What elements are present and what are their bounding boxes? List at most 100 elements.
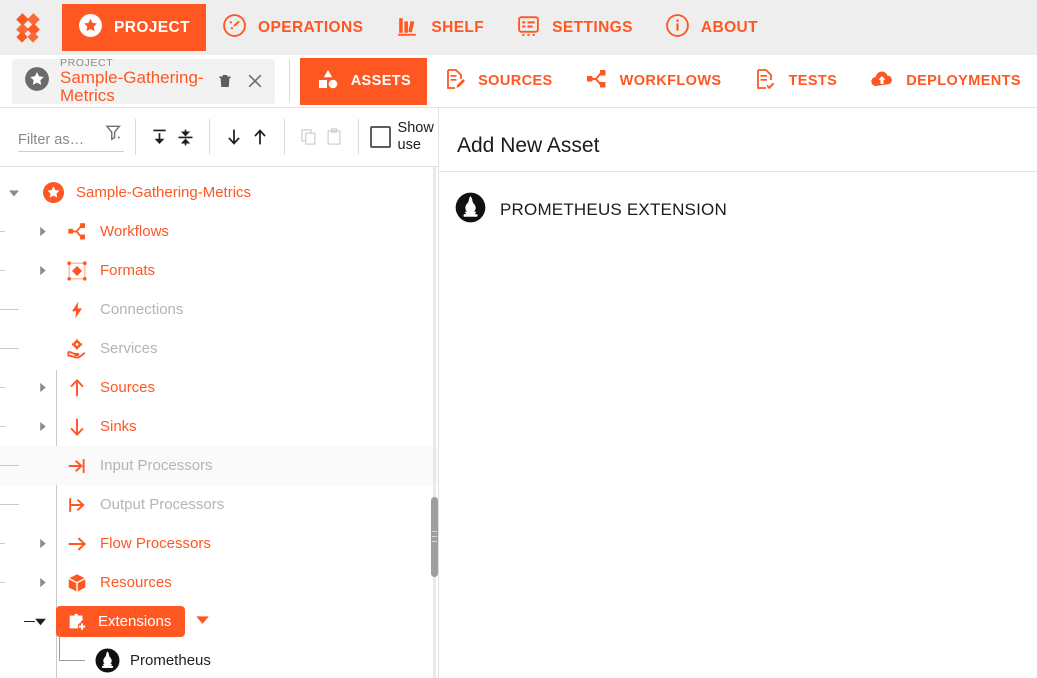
asset-tree-pane: Show use Sample-G xyxy=(0,108,439,678)
tree-node-extensions[interactable]: Extensions xyxy=(0,602,438,641)
cube-icon xyxy=(64,570,90,596)
toolbar-divider xyxy=(358,119,359,155)
tree-label-output-processors: Output Processors xyxy=(100,496,224,513)
puzzle-plus-icon xyxy=(64,609,90,635)
tab-sources[interactable]: SOURCES xyxy=(427,58,569,105)
arrow-up-icon xyxy=(64,375,90,401)
add-new-asset-pane: Add New Asset PROMETHEUS EXTENSION xyxy=(439,108,1037,678)
tree-label-formats: Formats xyxy=(100,262,155,279)
tree-label-extensions: Extensions xyxy=(98,613,171,630)
chevron-right-icon[interactable] xyxy=(34,419,50,435)
tree-guide-line xyxy=(0,309,19,310)
diamond-grid-logo-icon[interactable] xyxy=(0,13,62,43)
tree-scrollbar-track[interactable] xyxy=(433,167,436,678)
collapse-all-icon[interactable] xyxy=(173,122,199,152)
tree-node-root[interactable]: Sample-Gathering-Metrics xyxy=(0,173,438,212)
project-chip-texts: PROJECT Sample-Gathering-Metrics xyxy=(60,58,206,105)
chevron-right-icon[interactable] xyxy=(34,224,50,240)
tree-label-root: Sample-Gathering-Metrics xyxy=(76,184,251,201)
tree-node-formats[interactable]: Formats xyxy=(0,251,438,290)
toolbar-divider xyxy=(284,119,285,155)
tree-node-sinks[interactable]: Sinks xyxy=(0,407,438,446)
tree-scrollbar-thumb[interactable] xyxy=(431,497,438,577)
project-chip-name: Sample-Gathering-Metrics xyxy=(60,69,206,105)
application-window: PROJECT OPERATIONS xyxy=(0,0,1037,678)
tree-spacer xyxy=(34,497,50,513)
arrow-right-icon xyxy=(64,531,90,557)
tree-node-prometheus[interactable]: Prometheus xyxy=(0,641,438,678)
search-input[interactable] xyxy=(18,132,98,148)
format-diamond-icon xyxy=(64,258,90,284)
arrow-to-bar-icon xyxy=(64,453,90,479)
tree-label-resources: Resources xyxy=(100,574,172,591)
prometheus-icon xyxy=(455,192,486,228)
bar-to-arrow-icon xyxy=(64,492,90,518)
tree-label-services: Services xyxy=(100,340,158,357)
arrow-down-icon[interactable] xyxy=(221,122,247,152)
star-circle-icon xyxy=(78,13,103,43)
tabbar-divider xyxy=(289,59,290,103)
asset-option-prometheus-extension[interactable]: PROMETHEUS EXTENSION xyxy=(439,172,1037,228)
toolbar-divider xyxy=(135,119,136,155)
topnav-item-about[interactable]: ABOUT xyxy=(649,4,774,51)
chevron-right-icon[interactable] xyxy=(34,536,50,552)
chevron-right-icon[interactable] xyxy=(34,263,50,279)
project-chip[interactable]: PROJECT Sample-Gathering-Metrics xyxy=(12,59,275,104)
tree-node-output-processors[interactable]: Output Processors xyxy=(0,485,438,524)
tree-guide-line xyxy=(0,231,5,232)
top-navigation-bar: PROJECT OPERATIONS xyxy=(0,0,1037,55)
filter-field[interactable] xyxy=(18,123,124,152)
tab-label-sources: SOURCES xyxy=(478,73,553,89)
arrow-up-icon[interactable] xyxy=(247,122,273,152)
chevron-right-icon[interactable] xyxy=(34,575,50,591)
arrow-down-icon xyxy=(64,414,90,440)
star-circle-icon xyxy=(40,180,66,206)
gauge-icon xyxy=(222,13,247,43)
show-use-checkbox[interactable] xyxy=(370,126,391,148)
tree-node-connections[interactable]: Connections xyxy=(0,290,438,329)
topnav-item-shelf[interactable]: SHELF xyxy=(379,4,500,51)
shapes-icon xyxy=(316,67,340,95)
tree-node-flow-processors[interactable]: Flow Processors xyxy=(0,524,438,563)
topnav-label-shelf: SHELF xyxy=(431,19,484,37)
tab-assets[interactable]: ASSETS xyxy=(300,58,427,105)
tree-node-workflows[interactable]: Workflows xyxy=(0,212,438,251)
tree-node-input-processors[interactable]: Input Processors xyxy=(0,446,438,485)
tree-node-sources[interactable]: Sources xyxy=(0,368,438,407)
trash-icon[interactable] xyxy=(216,68,235,94)
service-hand-icon xyxy=(64,336,90,362)
tab-workflows[interactable]: WORKFLOWS xyxy=(569,58,738,105)
asset-option-label: PROMETHEUS EXTENSION xyxy=(500,200,727,220)
tree-node-resources[interactable]: Resources xyxy=(0,563,438,602)
copy-icon xyxy=(296,122,322,152)
tree-node-extensions-pill[interactable]: Extensions xyxy=(56,606,185,637)
funnel-dropdown-icon[interactable] xyxy=(104,123,124,148)
books-icon xyxy=(395,13,420,43)
tree-label-flow-processors: Flow Processors xyxy=(100,535,211,552)
star-circle-icon xyxy=(24,66,50,97)
show-use-label[interactable]: Show use xyxy=(398,120,438,154)
asset-tree: Sample-Gathering-Metrics xyxy=(0,167,438,678)
topnav-label-settings: SETTINGS xyxy=(552,19,633,37)
expand-all-icon[interactable] xyxy=(147,122,173,152)
topnav-item-project[interactable]: PROJECT xyxy=(62,4,206,51)
toolbar-divider xyxy=(209,119,210,155)
topnav-item-operations[interactable]: OPERATIONS xyxy=(206,4,379,51)
info-circle-icon xyxy=(665,13,690,43)
project-tab-bar: PROJECT Sample-Gathering-Metrics xyxy=(0,55,1037,108)
tree-label-workflows: Workflows xyxy=(100,223,169,240)
tab-deployments[interactable]: DEPLOYMENTS xyxy=(853,58,1037,105)
document-pen-icon xyxy=(443,67,467,95)
tree-guide-line xyxy=(0,465,19,466)
chevron-down-icon[interactable] xyxy=(6,185,22,201)
tree-node-services[interactable]: Services xyxy=(0,329,438,368)
caret-down-icon[interactable] xyxy=(195,612,210,632)
topnav-item-settings[interactable]: SETTINGS xyxy=(500,4,649,51)
tree-toolbar: Show use xyxy=(0,108,438,167)
chevron-right-icon[interactable] xyxy=(34,380,50,396)
close-icon[interactable] xyxy=(245,68,265,94)
tree-label-prometheus: Prometheus xyxy=(130,652,211,669)
main-body: Show use Sample-G xyxy=(0,108,1037,678)
tab-tests[interactable]: TESTS xyxy=(737,58,853,105)
tree-guide-line xyxy=(59,629,60,661)
